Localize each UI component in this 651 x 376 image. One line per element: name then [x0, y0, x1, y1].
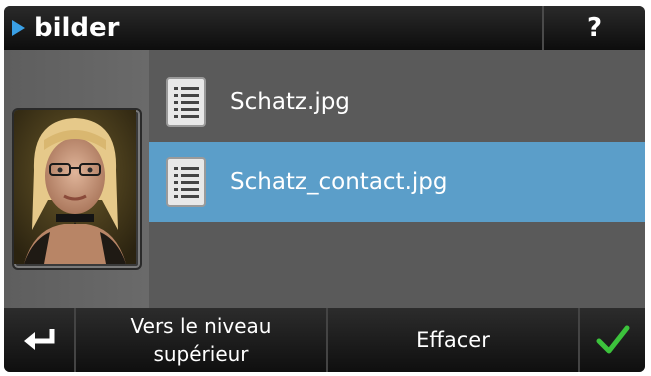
parent-folder-button[interactable]: Vers le niveau supérieur — [76, 308, 326, 372]
delete-button[interactable]: Effacer — [328, 308, 578, 372]
photo-thumbnail — [12, 108, 142, 270]
list-item-schatz-contact[interactable]: Schatz_contact.jpg — [149, 142, 645, 222]
portrait-image — [14, 110, 136, 264]
folder-title: bilder — [34, 13, 120, 43]
play-arrow-icon — [12, 20, 25, 36]
return-arrow-icon — [24, 329, 55, 350]
label-line: supérieur — [153, 342, 249, 366]
file-name: Schatz_contact.jpg — [230, 169, 448, 195]
confirm-button[interactable] — [580, 308, 645, 372]
file-name: Schatz.jpg — [230, 89, 350, 115]
label-line: Vers le niveau — [130, 314, 272, 338]
preview-panel — [4, 50, 149, 308]
help-button[interactable]: ? — [544, 6, 645, 50]
checkmark-icon — [596, 325, 629, 354]
list-item-schatz[interactable]: Schatz.jpg — [149, 62, 645, 142]
file-list: Schatz.jpg Schatz_contact.jpg — [149, 50, 645, 308]
title-bar: bilder ? — [4, 6, 645, 50]
parent-folder-label: Vers le niveau supérieur — [131, 312, 272, 368]
document-icon — [166, 77, 206, 127]
back-button[interactable] — [4, 308, 74, 372]
file-browser-screen: bilder ? Schatz.jpg Schatz_contact.jpg V… — [4, 6, 645, 372]
document-icon — [166, 157, 206, 207]
bottom-toolbar: Vers le niveau supérieur Effacer — [4, 308, 645, 372]
